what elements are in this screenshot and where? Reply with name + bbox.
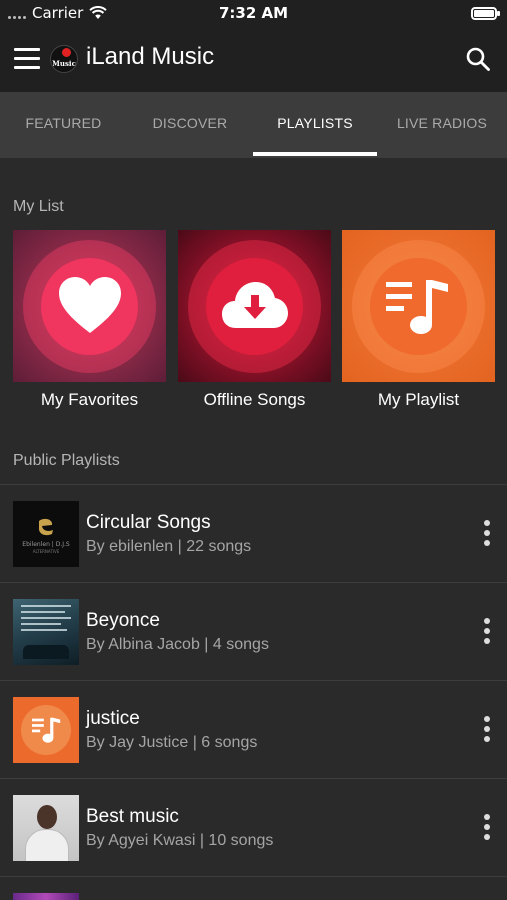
- more-options-icon[interactable]: [482, 716, 492, 746]
- playlist-row-partial[interactable]: [0, 876, 507, 900]
- playlist-row[interactable]: Best music By Agyei Kwasi | 10 songs: [0, 778, 507, 876]
- more-options-icon[interactable]: [482, 814, 492, 844]
- tab-playlists[interactable]: PLAYLISTS: [253, 92, 377, 158]
- thumb-caption: Ebilenlen | D.J.S: [22, 541, 70, 548]
- status-bar: Carrier 7:32 AM: [0, 0, 507, 28]
- app-logo: Music: [50, 45, 78, 73]
- more-options-icon[interactable]: [482, 520, 492, 550]
- tab-discover[interactable]: DISCOVER: [127, 92, 253, 158]
- offline-songs-label: Offline Songs: [203, 390, 306, 409]
- offline-songs-art: [178, 230, 331, 382]
- playlist-thumb: [13, 697, 79, 763]
- playlist-thumb: [13, 599, 79, 665]
- ebilenlen-logo-icon: [38, 518, 53, 536]
- playlist-thumb: [13, 795, 79, 861]
- thumb-text-lines: [21, 605, 71, 631]
- my-favorites-card[interactable]: My Favorites: [13, 230, 166, 410]
- thumb-person-head: [37, 805, 57, 829]
- logo-dot: [62, 48, 71, 57]
- search-icon[interactable]: [465, 46, 491, 72]
- logo-text: Music: [52, 59, 76, 68]
- battery-icon: [471, 7, 500, 20]
- hamburger-menu-icon[interactable]: [14, 48, 40, 70]
- more-options-icon[interactable]: [482, 618, 492, 648]
- playlist-meta: By Agyei Kwasi | 10 songs: [86, 832, 274, 849]
- playlist-name: Circular Songs: [86, 512, 211, 533]
- tab-bar: FEATURED DISCOVER PLAYLISTS LIVE RADIOS: [0, 92, 507, 158]
- playlist-name: Beyonce: [86, 610, 160, 631]
- playlist-row[interactable]: Beyonce By Albina Jacob | 4 songs: [0, 582, 507, 680]
- playlist-thumb: Ebilenlen | D.J.S ALTERNATIVE: [13, 501, 79, 567]
- tab-featured[interactable]: FEATURED: [0, 92, 127, 158]
- playlist-thumb: [13, 893, 79, 900]
- playlist-row[interactable]: Ebilenlen | D.J.S ALTERNATIVE Circular S…: [0, 484, 507, 582]
- status-time: 7:32 AM: [218, 4, 289, 22]
- app-title: iLand Music: [86, 43, 215, 70]
- playlist-row[interactable]: justice By Jay Justice | 6 songs: [0, 680, 507, 778]
- cloud-download-icon: [222, 282, 288, 328]
- my-playlist-art: [342, 230, 495, 382]
- app-bar: Music iLand Music: [0, 28, 507, 92]
- public-playlists-title: Public Playlists: [13, 452, 120, 469]
- my-favorites-art: [13, 230, 166, 382]
- my-favorites-label: My Favorites: [40, 390, 139, 409]
- playlist-name: Best music: [86, 806, 179, 827]
- my-list-title: My List: [13, 198, 64, 215]
- my-playlist-label: My Playlist: [377, 390, 460, 409]
- playlist-meta: By Albina Jacob | 4 songs: [86, 636, 269, 653]
- playlist-meta: By Jay Justice | 6 songs: [86, 734, 258, 751]
- heart-icon: [59, 277, 121, 333]
- playlist-meta: By ebilenlen | 22 songs: [86, 538, 252, 555]
- thumb-person-body: [25, 829, 69, 861]
- playlist-name: justice: [86, 708, 140, 729]
- public-playlists-list: Ebilenlen | D.J.S ALTERNATIVE Circular S…: [0, 484, 507, 900]
- playlist-icon: [386, 280, 448, 334]
- tab-active-indicator: [253, 152, 377, 156]
- thumb-silhouette: [23, 645, 69, 659]
- thumb-subcaption: ALTERNATIVE: [32, 549, 60, 554]
- tab-live-radios[interactable]: LIVE RADIOS: [377, 92, 507, 158]
- offline-songs-card[interactable]: Offline Songs: [178, 230, 331, 410]
- playlist-icon: [32, 717, 61, 743]
- my-playlist-card[interactable]: My Playlist: [342, 230, 495, 410]
